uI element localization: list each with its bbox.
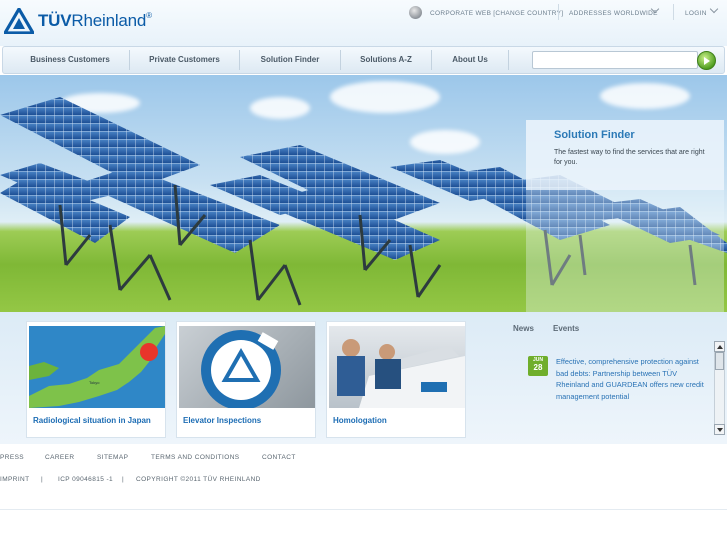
logo[interactable]: TÜVRheinland® <box>4 8 152 34</box>
nav-about-us[interactable]: About Us <box>432 47 508 73</box>
footer-press-link[interactable]: PRESS <box>0 454 24 461</box>
footer-terms-link[interactable]: TERMS AND CONDITIONS <box>151 454 240 461</box>
map-graphic: Tokyo <box>29 326 165 408</box>
teaser-elevator[interactable]: Elevator Inspections <box>176 321 316 438</box>
promo-overlay <box>526 190 724 312</box>
globe-icon <box>409 6 422 19</box>
mechanics-graphic <box>337 339 465 408</box>
nav-solutions-a-z[interactable]: Solutions A-Z <box>341 47 431 73</box>
search-input[interactable] <box>532 51 698 69</box>
footer-sitemap-link[interactable]: SITEMAP <box>97 454 128 461</box>
nav-business-customers[interactable]: Business Customers <box>11 47 129 73</box>
divider <box>558 4 559 20</box>
brand-name: TÜVRheinland® <box>38 11 152 30</box>
news-day: 28 <box>533 363 543 372</box>
divider <box>673 4 674 20</box>
promo-title[interactable]: Solution Finder <box>554 129 635 141</box>
corporate-web-link[interactable]: CORPORATE WEB [CHANGE COUNTRY] <box>430 6 563 20</box>
chevron-down-icon[interactable] <box>709 4 719 14</box>
elevator-sticker-image <box>179 326 315 408</box>
footer-separator: | <box>122 476 125 483</box>
logo-triangle-icon <box>4 8 34 34</box>
solution-finder-promo[interactable]: Solution Finder The fastest way to find … <box>526 120 724 190</box>
footer: PRESS CAREER SITEMAP TERMS AND CONDITION… <box>0 444 727 510</box>
news-item-link[interactable]: Effective, comprehensive protection agai… <box>556 356 704 402</box>
nav-solution-finder[interactable]: Solution Finder <box>240 47 340 73</box>
homologation-image <box>329 326 465 408</box>
footer-career-link[interactable]: CAREER <box>45 454 75 461</box>
hero-banner <box>0 75 727 312</box>
tab-events[interactable]: Events <box>553 324 579 333</box>
promo-text: The fastest way to find the services tha… <box>554 149 705 166</box>
footer-separator: | <box>41 476 44 483</box>
footer-icp-text: ICP 09046815 -1 <box>58 476 114 483</box>
footer-copyright: COPYRIGHT ©2011 TÜV RHEINLAND <box>136 476 261 483</box>
footer-contact-link[interactable]: CONTACT <box>262 454 296 461</box>
map-label-tokyo: Tokyo <box>89 380 100 385</box>
divider <box>508 50 509 70</box>
scroll-thumb[interactable] <box>715 352 724 370</box>
teaser-label[interactable]: Homologation <box>333 416 387 425</box>
login-link[interactable]: LOGIN <box>685 6 707 20</box>
footer-imprint-link[interactable]: IMPRINT <box>0 476 30 483</box>
addresses-worldwide-link[interactable]: ADDRESSES WORLDWIDE <box>569 6 658 20</box>
news-date-badge: JUN 28 <box>528 356 548 376</box>
teaser-label[interactable]: Elevator Inspections <box>183 416 261 425</box>
teaser-label[interactable]: Radiological situation in Japan <box>33 416 151 425</box>
inspection-sticker-graphic <box>201 330 281 408</box>
scroll-up-icon[interactable] <box>714 341 725 352</box>
teaser-japan[interactable]: Tokyo Radiological situation in Japan <box>26 321 166 438</box>
teaser-homologation[interactable]: Homologation <box>326 321 466 438</box>
japan-map-image: Tokyo <box>29 326 165 408</box>
scroll-down-icon[interactable] <box>714 424 725 435</box>
search-go-icon[interactable] <box>697 51 716 70</box>
divider <box>0 509 727 510</box>
header: TÜVRheinland® CORPORATE WEB [CHANGE COUN… <box>0 0 727 46</box>
tab-news[interactable]: News <box>513 324 534 333</box>
nav-private-customers[interactable]: Private Customers <box>130 47 239 73</box>
